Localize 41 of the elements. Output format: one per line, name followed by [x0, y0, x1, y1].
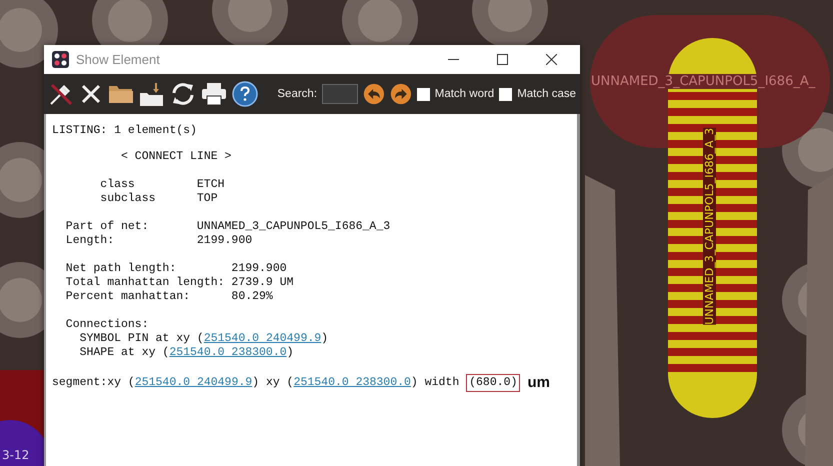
- coordinate-link[interactable]: 251540.0 238300.0: [169, 346, 287, 359]
- app-icon: [52, 51, 69, 68]
- field-label: Length:: [66, 234, 116, 248]
- field-label: subclass: [100, 192, 157, 206]
- coordinate-link[interactable]: 251540.0 238300.0: [294, 376, 411, 389]
- net-name-label: UNNAMED_3_CAPUNPOL5_I686_A_: [591, 74, 816, 89]
- field-label: Part of net:: [66, 220, 150, 234]
- minimize-icon: [448, 58, 458, 60]
- field-value: ETCH: [196, 178, 226, 192]
- option-label: Match case: [517, 88, 576, 100]
- field-label: Total manhattan length:: [66, 276, 226, 290]
- pad-net-label: UNNAMED_3_CAPUNPOL5_I686_A_3: [703, 128, 716, 325]
- field-value: 2739.9 UM: [231, 276, 295, 290]
- connections-heading: Connections:: [64, 318, 150, 332]
- field-label: Percent manhattan:: [66, 290, 192, 304]
- coordinate-link[interactable]: 251540.0 240499.9: [204, 332, 322, 345]
- unit-note: um: [527, 376, 550, 390]
- field-value: TOP: [196, 192, 219, 206]
- maximize-icon: [496, 54, 508, 65]
- via-pad: [0, 0, 58, 68]
- field-value: 2199.900: [196, 234, 254, 248]
- coordinate-link[interactable]: 251540.0 240499.9: [134, 376, 252, 389]
- close-icon: [546, 54, 556, 65]
- checkbox[interactable]: [499, 88, 512, 100]
- field-value: 2199.900: [231, 262, 288, 276]
- connection-line: SYMBOL PIN at xy (251540.0 240499.9): [78, 332, 330, 346]
- search-label: Search:: [277, 88, 318, 100]
- search-field[interactable]: [322, 84, 358, 104]
- field-label: class: [100, 178, 136, 192]
- segment-line: segment:xy (251540.0 240499.9) xy (251540.0 238300.0) width: [52, 376, 460, 390]
- listing-title: LISTING: 1 element(s): [52, 124, 198, 138]
- width-value: (680.0): [466, 374, 520, 392]
- field-value: 80.29%: [231, 290, 274, 304]
- connection-line: SHAPE at xy (251540.0 238300.0): [78, 346, 295, 360]
- checkbox[interactable]: [416, 88, 430, 100]
- pin-label: 3-12: [2, 448, 30, 462]
- element-type: < CONNECT LINE >: [120, 150, 232, 164]
- option-label: Match word: [434, 88, 494, 100]
- field-value: UNNAMED_3_CAPUNPOL5_I686_A_3: [196, 220, 392, 234]
- window-title: Show Element: [76, 52, 161, 67]
- field-label: Net path length:: [66, 262, 178, 276]
